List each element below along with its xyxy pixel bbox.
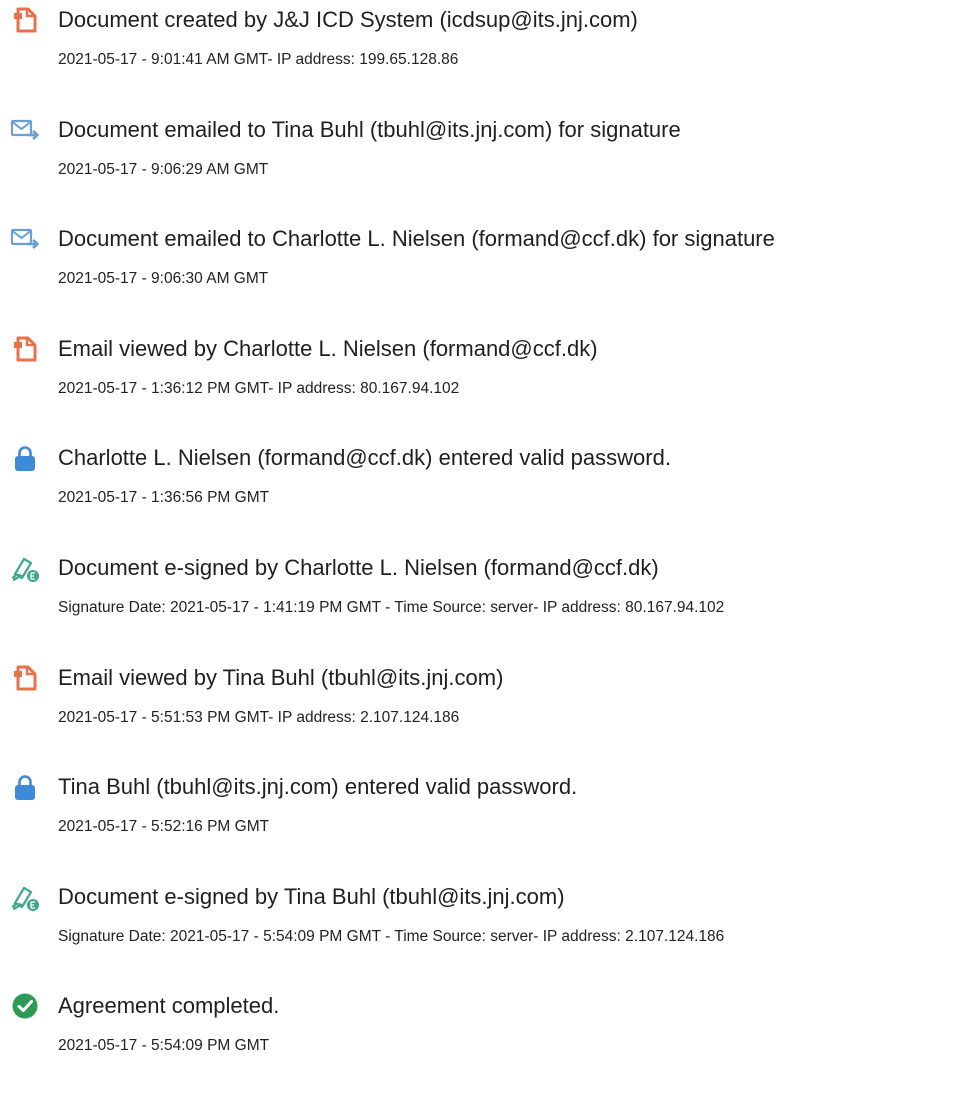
event-detail: 2021-05-17 - 1:36:12 PM GMT- IP address:… [58,380,460,397]
event-detail: 2021-05-17 - 9:01:41 AM GMT- IP address:… [58,51,459,68]
event-detail: 2021-05-17 - 9:06:30 AM GMT [58,270,269,287]
event-title: Charlotte L. Nielsen (formand@ccf.dk) en… [58,445,671,470]
event-detail: 2021-05-17 - 9:06:29 AM GMT [58,161,269,178]
document-icon [10,663,40,693]
email-sent-icon [10,224,40,254]
event-detail: 2021-05-17 - 5:51:53 PM GMT- IP address:… [58,709,460,726]
esign-pen-icon [10,553,40,583]
email-sent-icon [10,115,40,145]
document-icon [10,5,40,35]
esign-pen-icon [10,882,40,912]
event-detail: Signature Date: 2021-05-17 - 5:54:09 PM … [58,928,725,945]
event-detail: 2021-05-17 - 5:54:09 PM GMT [58,1037,270,1054]
document-icon [10,334,40,364]
event-title: Document created by J&J ICD System (icds… [58,7,638,32]
checkmark-circle-icon [10,991,40,1021]
event-detail: 2021-05-17 - 1:36:56 PM GMT [58,489,270,506]
event-title: Email viewed by Charlotte L. Nielsen (fo… [58,336,598,361]
event-title: Document e-signed by Tina Buhl (tbuhl@it… [58,884,565,909]
event-title: Email viewed by Tina Buhl (tbuhl@its.jnj… [58,665,504,690]
event-title: Document e-signed by Charlotte L. Nielse… [58,555,659,580]
event-title: Tina Buhl (tbuhl@its.jnj.com) entered va… [58,774,578,799]
lock-icon [10,443,40,473]
event-title: Agreement completed. [58,993,280,1018]
lock-icon [10,772,40,802]
event-detail: Signature Date: 2021-05-17 - 1:41:19 PM … [58,599,725,616]
event-title: Document emailed to Tina Buhl (tbuhl@its… [58,117,681,142]
event-title: Document emailed to Charlotte L. Nielsen… [58,226,775,251]
event-detail: 2021-05-17 - 5:52:16 PM GMT [58,818,270,835]
